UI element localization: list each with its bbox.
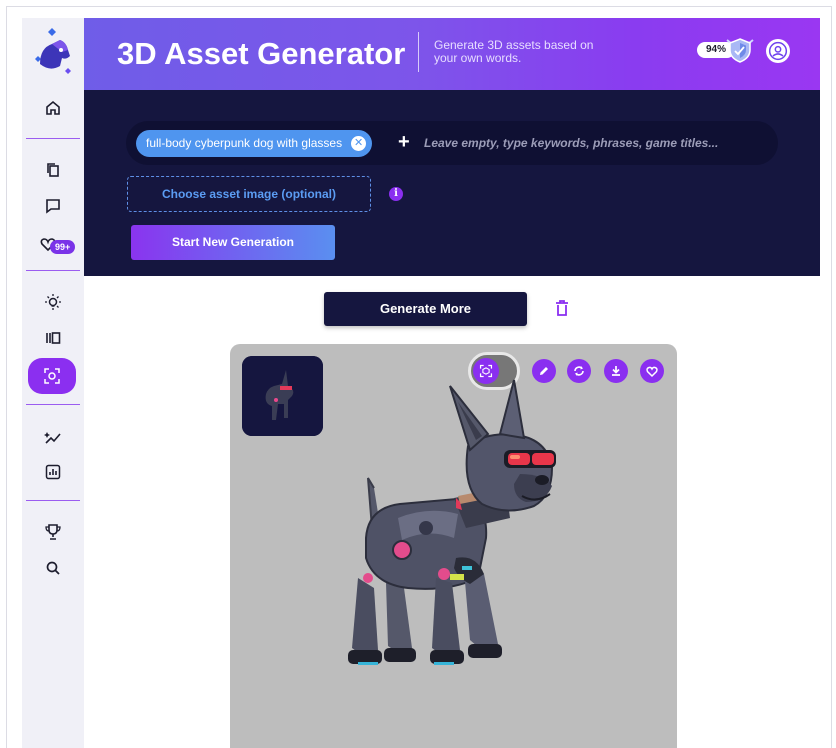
chat-icon[interactable] <box>33 192 73 220</box>
header-banner: 3D Asset Generator Generate 3D assets ba… <box>84 18 820 90</box>
generate-more-button[interactable]: Generate More <box>324 292 527 326</box>
favorite-icon[interactable] <box>640 359 664 383</box>
add-keyword-icon[interactable]: + <box>398 131 410 154</box>
remove-chip-icon[interactable]: ✕ <box>351 136 367 151</box>
prompt-panel: full-body cyberpunk dog with glasses ✕ +… <box>84 90 820 276</box>
trophy-icon[interactable] <box>33 518 73 546</box>
prompt-input[interactable]: Leave empty, type keywords, phrases, gam… <box>424 136 718 150</box>
keyword-chip-label: full-body cyberpunk dog with glasses <box>146 136 343 150</box>
prompt-bar[interactable]: full-body cyberpunk dog with glasses ✕ +… <box>126 121 778 165</box>
lightbulb-icon[interactable] <box>33 288 73 316</box>
logo-icon[interactable] <box>30 26 76 78</box>
choose-asset-image-button[interactable]: Choose asset image (optional) <box>127 176 371 212</box>
analytics-icon[interactable] <box>33 458 73 486</box>
page-subtitle: Generate 3D assets based on your own wor… <box>434 38 594 65</box>
download-icon[interactable] <box>604 359 628 383</box>
info-icon[interactable]: i <box>389 187 403 201</box>
keyword-chip[interactable]: full-body cyberpunk dog with glasses ✕ <box>136 130 373 157</box>
3d-generator-icon[interactable] <box>28 358 76 394</box>
generated-3d-asset <box>338 378 578 678</box>
asset-viewer[interactable] <box>230 344 677 748</box>
page-title: 3D Asset Generator <box>117 36 406 71</box>
sparkle-trend-icon[interactable] <box>33 424 73 452</box>
shield-icon[interactable] <box>724 34 756 66</box>
gallery-icon[interactable] <box>33 324 73 352</box>
sidebar: 99+ <box>22 18 84 748</box>
app-frame: 99+ 3D Asset Generator Generate 3D asset <box>0 0 836 748</box>
user-avatar-icon[interactable] <box>766 39 790 63</box>
favorites-badge: 99+ <box>50 240 76 254</box>
start-generation-button[interactable]: Start New Generation <box>131 225 335 260</box>
search-icon[interactable] <box>33 554 73 582</box>
asset-thumbnail[interactable] <box>242 356 323 436</box>
home-icon[interactable] <box>33 94 73 122</box>
trash-icon[interactable] <box>554 299 570 317</box>
copy-icon[interactable] <box>33 156 73 184</box>
